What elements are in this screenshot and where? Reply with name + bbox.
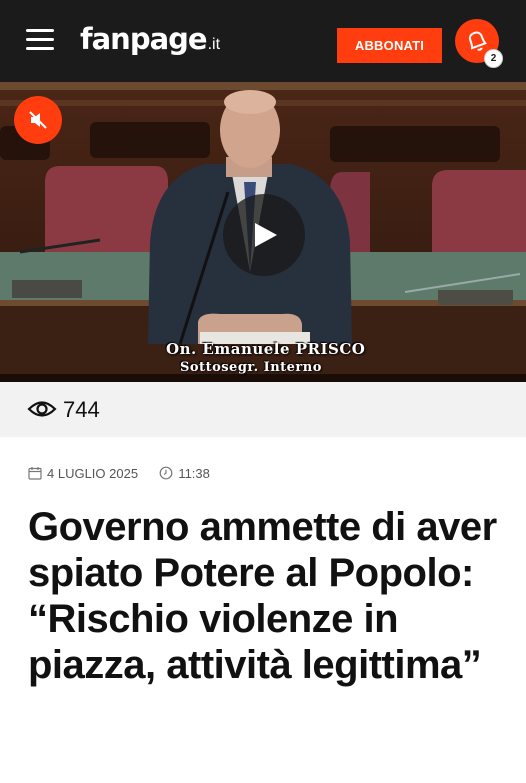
- notifications-button[interactable]: 2: [455, 19, 503, 68]
- mute-button[interactable]: [14, 96, 62, 144]
- site-logo[interactable]: fanpage.it: [80, 22, 220, 62]
- video-player[interactable]: On. Emanuele PRISCO Sottosegr. Interno: [0, 82, 526, 382]
- menu-icon[interactable]: [26, 29, 54, 51]
- play-button[interactable]: [223, 194, 305, 276]
- clock-icon: [159, 466, 173, 480]
- caption-name: On. Emanuele PRISCO: [166, 340, 366, 358]
- caption-role: Sottosegr. Interno: [180, 360, 322, 375]
- calendar-icon: [28, 467, 42, 480]
- logo-text: fanpage: [80, 22, 208, 56]
- logo-tld: .it: [207, 36, 221, 53]
- views-bar: 744: [0, 382, 526, 437]
- eye-icon: [27, 401, 57, 417]
- play-icon: [255, 223, 277, 247]
- notification-count-badge: 2: [484, 49, 503, 68]
- mute-icon: [29, 111, 47, 129]
- subscribe-button[interactable]: ABBONATI: [337, 28, 442, 63]
- publish-date: 4 LUGLIO 2025: [47, 466, 139, 481]
- top-header: fanpage.it ABBONATI 2: [0, 0, 526, 82]
- publish-time: 11:38: [178, 466, 210, 481]
- bell-icon: [468, 31, 487, 51]
- article-meta: 4 LUGLIO 2025 11:38: [28, 466, 210, 481]
- video-caption: On. Emanuele PRISCO Sottosegr. Interno: [166, 340, 365, 375]
- article-title: Governo ammette di aver spiato Potere al…: [28, 505, 497, 687]
- view-count: 744: [63, 397, 100, 422]
